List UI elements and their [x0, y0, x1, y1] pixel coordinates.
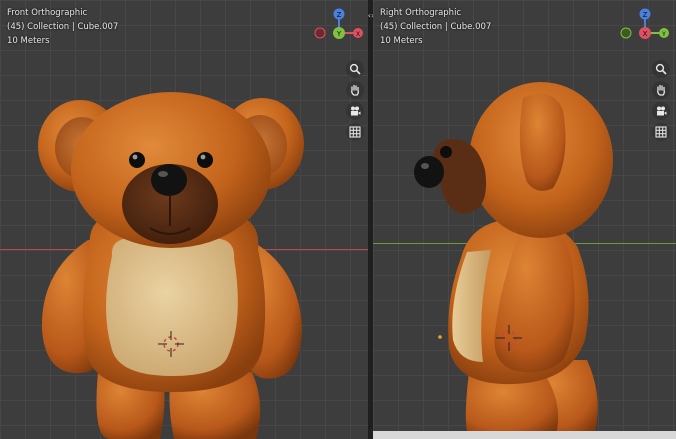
scale-label: 10 Meters	[380, 36, 423, 46]
collection-label: (45) Collection | Cube.007	[380, 22, 492, 32]
belly-patch	[106, 237, 238, 376]
viewport-tools-front	[346, 60, 366, 144]
origin-point	[438, 335, 442, 339]
teddy-bear-side[interactable]	[373, 0, 676, 439]
hand-pan-icon[interactable]	[346, 81, 364, 99]
viewport-right[interactable]: Right Orthographic (45) Collection | Cub…	[373, 0, 676, 439]
grid-icon[interactable]	[652, 123, 670, 141]
grid-icon[interactable]	[346, 123, 364, 141]
camera-icon[interactable]	[346, 102, 364, 120]
viewport-header-right: Right Orthographic (45) Collection | Cub…	[380, 6, 491, 48]
side-nose	[414, 156, 444, 188]
gizmo-right-label: X	[356, 31, 360, 38]
side-eye	[440, 146, 452, 158]
gizmo-center-label: Y	[336, 30, 342, 38]
gizmo-center-label: X	[643, 30, 648, 38]
teddy-bear-front[interactable]	[0, 0, 368, 439]
status-strip	[373, 431, 676, 439]
gizmo-z-label: Z	[337, 11, 342, 19]
left-eye	[129, 152, 145, 168]
gizmo-right-label: Y	[661, 31, 666, 38]
scale-label: 10 Meters	[7, 36, 50, 46]
nose	[151, 164, 187, 196]
view-name: Right Orthographic	[380, 8, 462, 18]
hand-pan-icon[interactable]	[652, 81, 670, 99]
view-name: Front Orthographic	[7, 8, 88, 18]
side-ear	[519, 94, 566, 191]
blender-app: Front Orthographic (45) Collection | Cub…	[0, 0, 676, 439]
viewport-front[interactable]: Front Orthographic (45) Collection | Cub…	[0, 0, 368, 439]
zoom-icon[interactable]	[652, 60, 670, 78]
camera-icon[interactable]	[652, 102, 670, 120]
navigation-gizmo-front[interactable]: Z Y X	[314, 8, 364, 58]
navigation-gizmo-right[interactable]: Z X Y	[620, 8, 670, 58]
gizmo-z-label: Z	[643, 11, 648, 19]
viewport-tools-right	[652, 60, 672, 144]
right-eye	[197, 152, 213, 168]
collection-label: (45) Collection | Cube.007	[7, 22, 119, 32]
zoom-icon[interactable]	[346, 60, 364, 78]
viewport-header-front: Front Orthographic (45) Collection | Cub…	[7, 6, 118, 48]
